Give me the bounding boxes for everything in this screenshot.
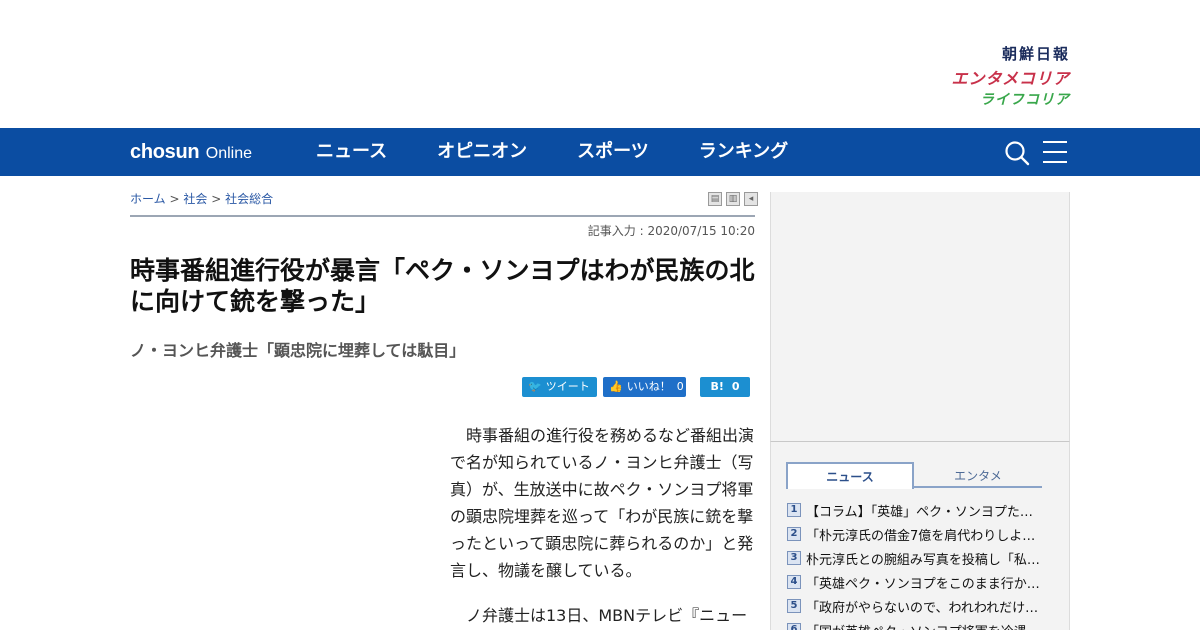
like-count: 0 [676, 380, 684, 393]
text-size-icon[interactable]: ▥ [726, 192, 740, 206]
hatena-bookmark-button[interactable]: B! 0 [700, 377, 750, 397]
article-tools: ▤ ▥ ◂ [704, 192, 758, 206]
site-logo[interactable]: chosun Online [130, 141, 252, 164]
tweet-label: ツイート [545, 380, 590, 393]
breadcrumb: ホーム > 社会 > 社会総合 [130, 190, 273, 207]
brand-links: 朝鮮日報 エンタメコリア ライフコリア [930, 44, 1070, 110]
article-date: 記事入力 : 2020/07/15 10:20 [587, 224, 755, 238]
rank-title: 【コラム】「英雄」ペク・ソンヨプた… [806, 504, 1033, 520]
rank-number: 4 [787, 575, 801, 589]
tab-news[interactable]: ニュース [786, 462, 914, 489]
rank-number: 3 [787, 551, 801, 565]
facebook-like-button[interactable]: 👍 いいね！ 0 [603, 377, 686, 397]
logo-sub-text: Online [205, 145, 253, 162]
ranking-item[interactable]: 4 「英雄ペク・ソンヨプをこのまま行か… [787, 570, 1049, 594]
tweet-button[interactable]: 🐦 ツイート [522, 377, 597, 397]
breadcrumb-separator: > [169, 192, 180, 206]
thumbs-up-icon: 👍 [609, 380, 623, 393]
nav-items: ニュース オピニオン スポーツ ランキング [316, 128, 838, 176]
rank-number: 6 [787, 623, 801, 630]
nav-item-news[interactable]: ニュース [316, 128, 387, 176]
nav-item-ranking[interactable]: ランキング [699, 128, 788, 176]
rank-title: 朴元淳氏との腕組み写真を投稿し「私… [806, 552, 1040, 568]
hatena-label: B! [710, 380, 724, 393]
sidebar-ad-slot [770, 192, 1070, 442]
back-arrow-icon[interactable]: ◂ [744, 192, 758, 206]
menu-icon[interactable] [1043, 141, 1067, 163]
article-body: 時事番組の進行役を務めるなど番組出演で名が知られているノ・ヨンヒ弁護士（写真）が… [450, 422, 755, 630]
chosun-ilbo-logo[interactable]: 朝鮮日報 [930, 44, 1070, 64]
breadcrumb-separator: > [211, 192, 222, 206]
article-paragraph: ノ弁護士は13日、MBNテレビ『ニュー [466, 606, 748, 625]
entame-korea-logo[interactable]: エンタメコリア [930, 69, 1070, 89]
rank-title: 「英雄ペク・ソンヨプをこのまま行か… [806, 576, 1040, 592]
ranking-item[interactable]: 5 「政府がやらないので、われわれだけ… [787, 594, 1049, 618]
main-nav: chosun Online ニュース オピニオン スポーツ ランキング [0, 128, 1200, 176]
breadcrumb-society-general[interactable]: 社会総合 [225, 192, 273, 206]
nav-item-opinion[interactable]: オピニオン [437, 128, 527, 176]
social-buttons: 🐦 ツイート 👍 いいね！ 0 B! 0 [522, 377, 750, 397]
ranking-item[interactable]: 1 【コラム】「英雄」ペク・ソンヨプた… [787, 498, 1049, 522]
life-korea-logo[interactable]: ライフコリア [930, 90, 1070, 110]
ranking-item[interactable]: 2 「朴元淳氏の借金7億を肩代わりしよ… [787, 522, 1049, 546]
rank-number: 2 [787, 527, 801, 541]
ranking-panel: ニュース エンタメ 1 【コラム】「英雄」ペク・ソンヨプた… 2 「朴元淳氏の借… [770, 442, 1070, 630]
rank-title: 「国が英雄ペク・ソンヨプ将軍を冷遇 [806, 621, 1027, 630]
header-divider [130, 215, 755, 217]
breadcrumb-society[interactable]: 社会 [183, 192, 207, 206]
article-subhead: ノ・ヨンヒ弁護士「顕忠院に埋葬しては駄目」 [130, 341, 466, 360]
print-icon[interactable]: ▤ [708, 192, 722, 206]
rank-title: 「政府がやらないので、われわれだけ… [806, 600, 1039, 616]
twitter-bird-icon: 🐦 [528, 380, 542, 393]
ranking-item[interactable]: 3 朴元淳氏との腕組み写真を投稿し「私… [787, 546, 1049, 570]
rank-number: 1 [787, 503, 801, 517]
article-headline: 時事番組進行役が暴言「ペク・ソンヨプはわが民族の北に向けて銃を撃った」 [130, 256, 755, 316]
nav-item-sports[interactable]: スポーツ [577, 128, 649, 176]
article-paragraph: 時事番組の進行役を務めるなど番組出演で名が知られているノ・ヨンヒ弁護士（写真）が… [450, 426, 755, 580]
rank-title: 「朴元淳氏の借金7億を肩代わりしよ… [806, 528, 1036, 544]
rank-number: 5 [787, 599, 801, 613]
search-icon[interactable] [1004, 140, 1030, 166]
tab-entame[interactable]: エンタメ [914, 464, 1042, 488]
hatena-count: 0 [731, 380, 740, 393]
ranking-tabs: ニュース エンタメ [786, 462, 1042, 489]
ranking-item[interactable]: 6 「国が英雄ペク・ソンヨプ将軍を冷遇 [787, 618, 1049, 630]
ranking-list: 1 【コラム】「英雄」ペク・ソンヨプた… 2 「朴元淳氏の借金7億を肩代わりしよ… [787, 498, 1049, 630]
like-label: いいね！ [626, 380, 671, 393]
breadcrumb-home[interactable]: ホーム [130, 192, 166, 206]
logo-main-text: chosun [130, 141, 200, 163]
